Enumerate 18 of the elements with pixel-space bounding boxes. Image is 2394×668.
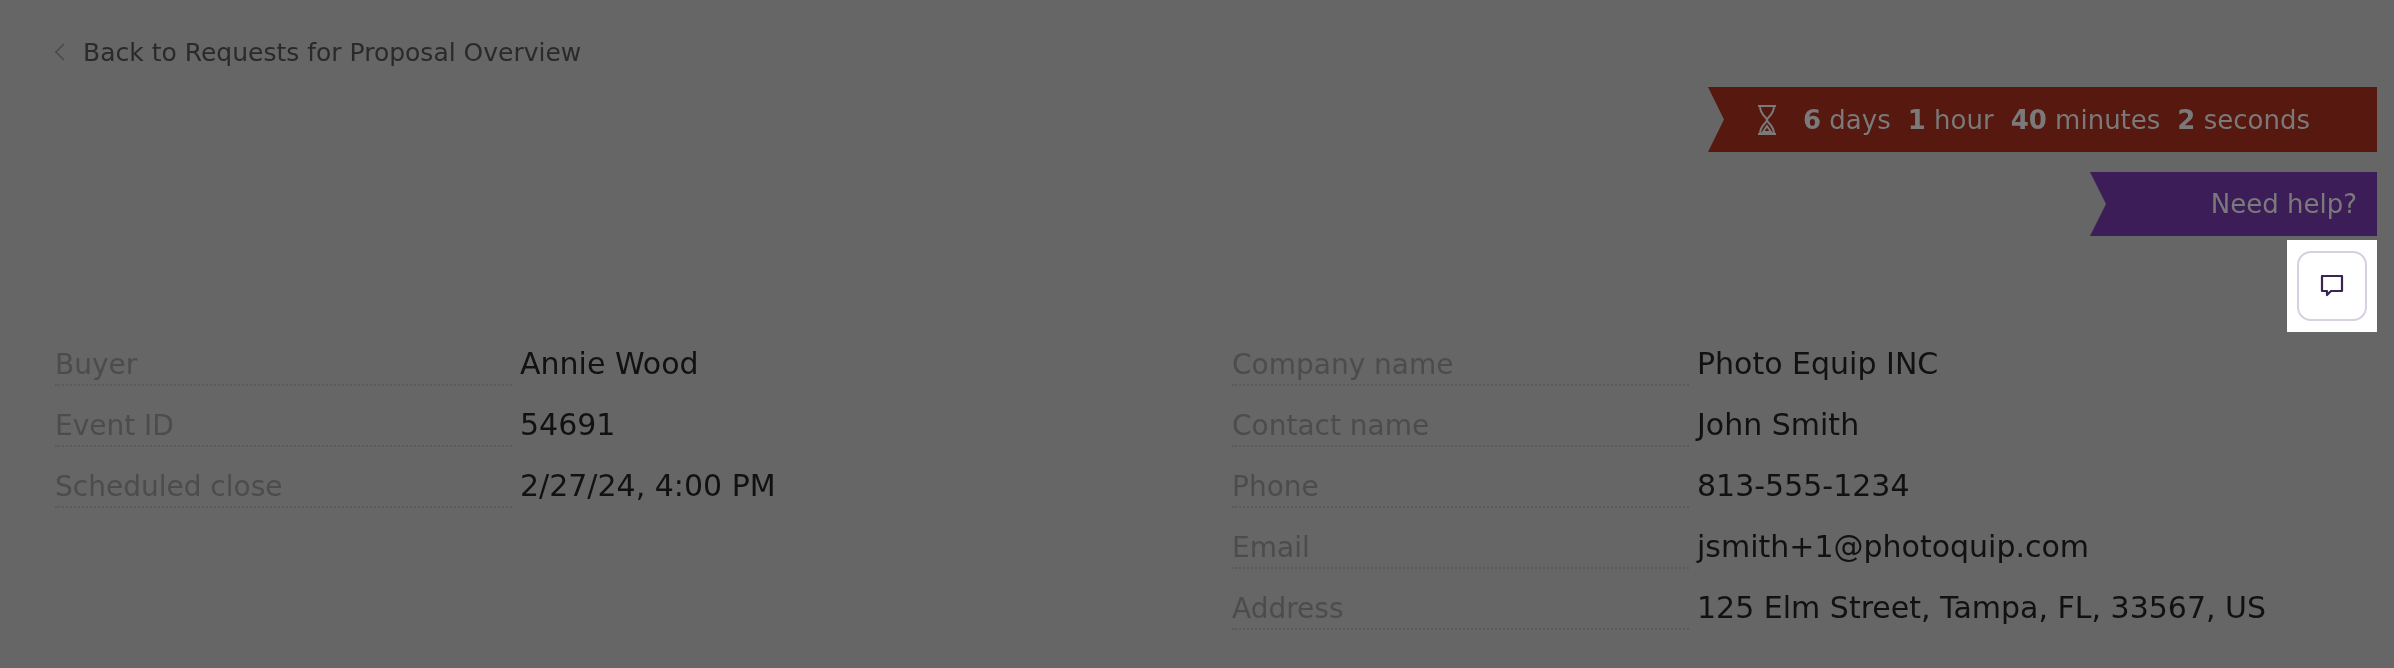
- field-value: 125 Elm Street, Tampa, FL, 33567, US: [1697, 590, 2268, 625]
- chat-icon: [2319, 273, 2345, 299]
- field-value: 813-555-1234: [1697, 468, 1911, 503]
- chevron-left-icon: [55, 43, 65, 61]
- field-value: 2/27/24, 4:00 PM: [520, 468, 777, 503]
- countdown-text: 2 seconds: [2177, 104, 2310, 135]
- field-value: 54691: [520, 407, 617, 442]
- countdown-text: 1 hour: [1907, 104, 1994, 135]
- hourglass-icon: [1756, 104, 1778, 135]
- help-banner[interactable]: Need help?: [2090, 172, 2377, 236]
- countdown-text: 6 days: [1803, 104, 1891, 135]
- countdown-text: 40 minutes: [2010, 104, 2161, 135]
- field-value: Annie Wood: [520, 346, 700, 381]
- back-link[interactable]: Back to Requests for Proposal Overview: [83, 37, 582, 67]
- field-value: Photo Equip INC: [1697, 346, 1940, 381]
- field-value: John Smith: [1697, 407, 1861, 442]
- field-value: jsmith+1@photoquip.com: [1697, 529, 2091, 564]
- chat-button[interactable]: [2297, 251, 2367, 321]
